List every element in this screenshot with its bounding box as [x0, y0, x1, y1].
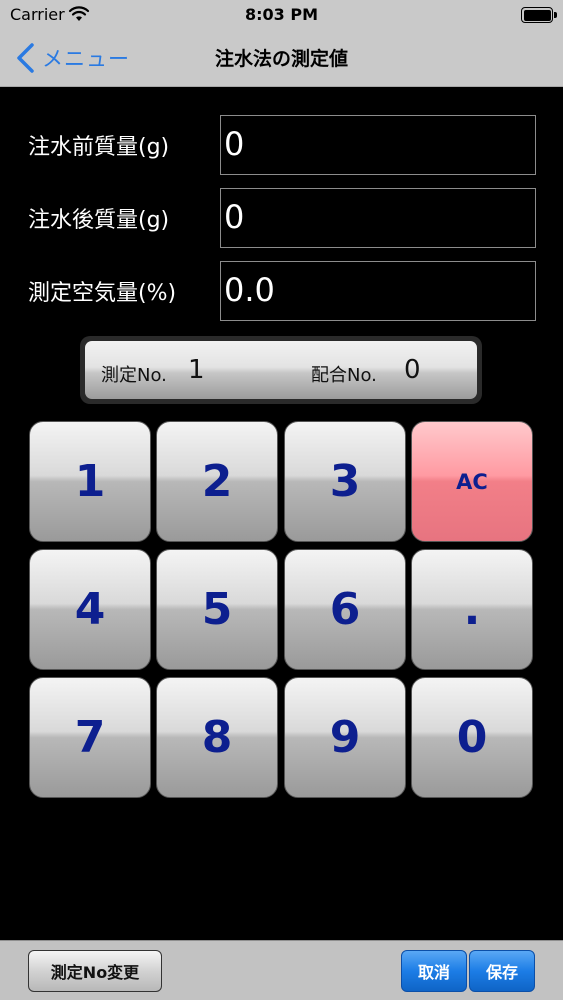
post-water-mass-field[interactable]: 0 [220, 188, 536, 248]
air-content-field[interactable]: 0.0 [220, 261, 536, 321]
navigation-bar: メニュー 注水法の測定値 [0, 30, 563, 87]
air-content-row: 測定空気量(%) 0.0 [0, 261, 563, 321]
mix-no-label: 配合No. [311, 365, 377, 386]
page-title: 注水法の測定値 [214, 48, 348, 70]
post-water-mass-row: 注水後質量(g) 0 [0, 188, 563, 248]
pre-water-mass-label: 注水前質量(g) [28, 135, 170, 160]
measurement-info-bar: 測定No. 1 配合No. 0 [80, 336, 482, 404]
clock: 8:03 PM [244, 5, 318, 24]
key-6[interactable]: 6 [284, 549, 406, 670]
key-9[interactable]: 9 [284, 677, 406, 798]
post-water-mass-label: 注水後質量(g) [28, 208, 170, 233]
battery-icon [521, 7, 557, 23]
key-8[interactable]: 8 [156, 677, 278, 798]
pre-water-mass-field[interactable]: 0 [220, 115, 536, 175]
key-3[interactable]: 3 [284, 421, 406, 542]
bottom-toolbar: 測定No変更 取消 保存 [0, 940, 563, 1000]
key-5[interactable]: 5 [156, 549, 278, 670]
key-7[interactable]: 7 [29, 677, 151, 798]
key-decimal[interactable]: . [411, 549, 533, 670]
measure-no-value: 1 [188, 355, 205, 385]
key-2[interactable]: 2 [156, 421, 278, 542]
pre-water-mass-row: 注水前質量(g) 0 [0, 115, 563, 175]
change-measure-no-button[interactable]: 測定No変更 [28, 950, 162, 992]
save-button[interactable]: 保存 [469, 950, 535, 992]
mix-no-value: 0 [404, 355, 421, 385]
cancel-button[interactable]: 取消 [401, 950, 467, 992]
key-1[interactable]: 1 [29, 421, 151, 542]
air-content-label: 測定空気量(%) [28, 281, 177, 306]
status-bar: Carrier 8:03 PM [0, 0, 563, 30]
key-clear[interactable]: AC [411, 421, 533, 542]
key-0[interactable]: 0 [411, 677, 533, 798]
key-4[interactable]: 4 [29, 549, 151, 670]
measure-no-label: 測定No. [101, 365, 167, 386]
